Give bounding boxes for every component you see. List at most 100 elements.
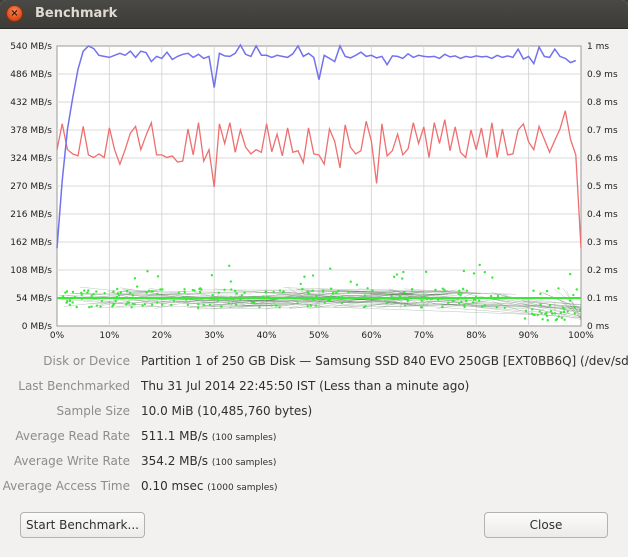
access-time-point — [208, 303, 212, 306]
y-left-tick-label: 0 MB/s — [22, 322, 53, 332]
access-time-point — [406, 299, 409, 303]
access-time-point — [191, 288, 194, 292]
window-close-icon[interactable]: × — [6, 5, 23, 22]
start-benchmark-button[interactable]: Start Benchmark... — [20, 512, 145, 538]
access-time-point — [575, 288, 578, 291]
access-time-point — [303, 275, 306, 278]
access-time-point — [235, 303, 238, 306]
access-time-point — [141, 304, 144, 307]
access-time-point — [533, 313, 536, 317]
access-time-point — [65, 290, 69, 293]
access-time-point — [321, 290, 325, 293]
access-time-point — [548, 304, 552, 307]
access-time-point — [568, 272, 572, 276]
access-time-label: Average Access Time — [2, 479, 130, 493]
access-time-point — [170, 303, 173, 307]
access-time-point — [483, 270, 487, 274]
access-time-point — [240, 294, 244, 297]
access-time-point — [329, 287, 333, 290]
access-time-point — [557, 287, 560, 290]
access-time-point — [563, 308, 566, 311]
access-time-point — [553, 312, 557, 315]
access-time-point — [103, 292, 106, 295]
access-time-point — [129, 291, 132, 295]
access-time-point — [545, 314, 549, 317]
access-time-point — [545, 311, 548, 315]
y-right-tick-label: 0.3 ms — [587, 238, 618, 248]
y-right-tick-label: 0.7 ms — [587, 126, 618, 136]
access-time-point — [150, 290, 153, 293]
access-time-point — [550, 312, 554, 315]
access-time-point — [146, 270, 149, 273]
access-time-point — [545, 289, 549, 293]
access-time-point — [307, 291, 310, 294]
access-time-point — [314, 304, 318, 307]
read-rate-row: Average Read Rate 511.1 MB/s (100 sample… — [0, 429, 628, 449]
y-left-tick-label: 486 MB/s — [10, 70, 52, 80]
access-time-point — [573, 312, 576, 315]
access-time-point — [340, 302, 344, 305]
last-benchmarked-row: Last Benchmarked Thu 31 Jul 2014 22:45:5… — [0, 379, 628, 399]
access-time-point — [420, 299, 423, 303]
access-time-point — [198, 290, 202, 294]
y-left-tick-label: 162 MB/s — [10, 238, 52, 248]
access-time-point — [68, 303, 72, 307]
access-time-point — [186, 303, 190, 307]
access-time-point — [523, 317, 527, 320]
access-time-point — [243, 291, 246, 295]
access-time-point — [80, 293, 83, 296]
access-time-point — [566, 310, 569, 313]
access-time-point — [112, 290, 115, 293]
access-time-point — [71, 301, 74, 304]
access-time-point — [264, 291, 267, 294]
access-time-point — [366, 287, 369, 290]
access-time-point — [131, 294, 135, 297]
access-time-point — [296, 302, 299, 305]
access-time-point — [478, 263, 481, 267]
access-time-point — [183, 288, 186, 291]
access-time-point — [329, 267, 332, 270]
access-time-point — [150, 303, 154, 306]
access-time-point — [578, 309, 582, 312]
access-time-point — [309, 304, 312, 307]
access-time-point — [68, 299, 72, 303]
access-time-point — [117, 294, 121, 297]
access-time-point — [355, 283, 359, 286]
access-time-point — [235, 292, 238, 295]
access-time-point — [549, 309, 553, 313]
access-time-point — [560, 316, 564, 320]
access-time-point — [328, 299, 331, 302]
y-right-tick-label: 0.9 ms — [587, 70, 618, 80]
access-time-point — [539, 292, 542, 296]
access-time-point — [401, 277, 404, 280]
y-left-tick-label: 270 MB/s — [10, 182, 52, 192]
access-time-point — [71, 290, 75, 294]
access-time-point — [75, 305, 78, 309]
access-time-point — [540, 312, 543, 315]
y-right-tick-label: 0.4 ms — [587, 210, 618, 220]
access-time-point — [392, 275, 396, 279]
benchmark-window: × Benchmark 0% 10% 20% 30% 40% 50% 60% 70% 80% 90… — [0, 0, 628, 557]
access-time-point — [183, 290, 187, 294]
access-time-point — [337, 290, 340, 293]
access-time-point — [424, 270, 428, 274]
access-time-point — [323, 301, 326, 304]
access-time-value: 0.10 msec — [141, 479, 204, 493]
access-time-point — [100, 299, 104, 303]
close-button[interactable]: Close — [484, 512, 608, 538]
access-time-point — [90, 294, 93, 298]
access-time-point — [447, 301, 450, 304]
access-time-point — [573, 306, 576, 309]
x-tick-label: 40% — [257, 331, 277, 341]
access-time-point — [90, 305, 93, 308]
access-time-point — [311, 274, 315, 277]
access-time-point — [216, 299, 219, 303]
y-right-tick-label: 0.6 ms — [587, 154, 618, 164]
title-bar: × Benchmark — [0, 0, 628, 29]
y-left-tick-label: 432 MB/s — [10, 98, 52, 108]
access-time-point — [156, 292, 159, 296]
access-time-point — [489, 294, 493, 298]
access-time-point — [210, 273, 214, 277]
access-time-point — [541, 318, 544, 321]
access-time-point — [99, 305, 102, 308]
